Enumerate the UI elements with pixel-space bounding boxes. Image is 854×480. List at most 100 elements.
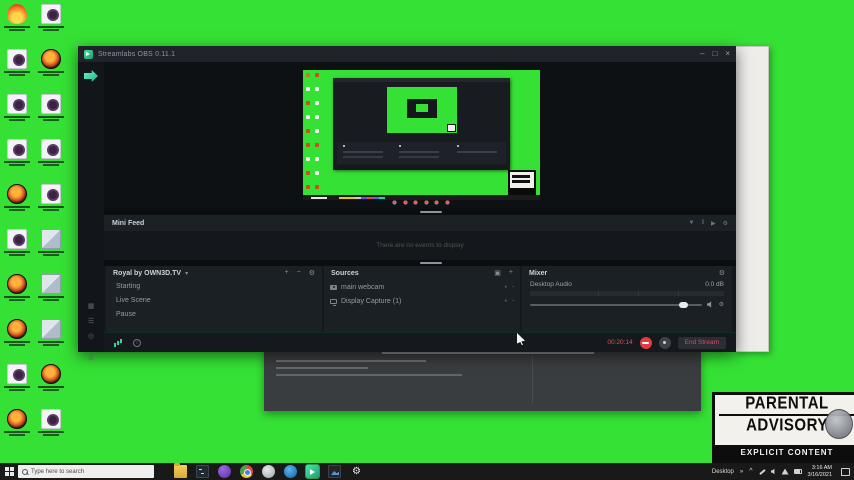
display-capture-preview[interactable] [303, 70, 540, 200]
scene-item[interactable]: Pause [106, 308, 322, 322]
source-item[interactable]: main webcam●▪ [324, 280, 520, 294]
background-window-white[interactable] [735, 46, 769, 352]
icon-label [38, 116, 64, 118]
source-label: Display Capture (1) [341, 298, 401, 305]
titlebar[interactable]: Streamlabs OBS 0.11.1 – □ × [78, 46, 736, 62]
document-icon[interactable] [2, 94, 32, 121]
selection-handle-dot[interactable] [414, 201, 417, 204]
lock-icon[interactable]: ▪ [512, 284, 514, 290]
settings-gear-icon[interactable]: ⚙ [78, 354, 104, 362]
document-icon[interactable] [2, 139, 32, 166]
flstudio-icon[interactable] [36, 49, 66, 76]
scene-settings-icon[interactable]: ⚙ [309, 269, 315, 277]
eye-icon[interactable]: ● [504, 298, 507, 304]
help-icon[interactable]: ◎ [78, 332, 104, 340]
flstudio-icon[interactable] [2, 319, 32, 346]
taskbar-clock[interactable]: 3:16 AM 3/16/2021 [808, 465, 832, 479]
selection-handle-dot[interactable] [435, 201, 438, 204]
close-button[interactable]: × [725, 46, 730, 62]
icon-label [9, 389, 25, 391]
add-source-button[interactable]: + [509, 269, 513, 277]
selection-handle-dot[interactable] [446, 201, 449, 204]
mixer-settings-icon[interactable]: ⚙ [719, 269, 725, 277]
themes-icon[interactable]: ☰ [78, 317, 104, 325]
desktop-toolbar-label[interactable]: Desktop [712, 469, 734, 475]
end-stream-button[interactable]: End Stream [678, 337, 726, 349]
toolbar-chevrons-icon[interactable]: » [740, 469, 743, 475]
stream-preview[interactable] [104, 62, 736, 209]
performance-chart-icon[interactable] [114, 339, 123, 347]
start-button[interactable] [0, 463, 18, 480]
photos-icon[interactable] [328, 465, 341, 478]
streamlabs-arrow-icon[interactable] [84, 70, 98, 82]
tray-expand-icon[interactable]: ^ [749, 468, 752, 475]
network-icon[interactable] [782, 469, 789, 475]
terminal-icon[interactable] [196, 465, 209, 478]
dashboard-icon[interactable]: ▦ [78, 302, 104, 310]
document-icon[interactable] [2, 49, 32, 76]
selection-handle-dot[interactable] [393, 201, 396, 204]
pause-icon[interactable]: ‖ [702, 220, 704, 227]
document-icon[interactable] [36, 184, 66, 211]
mini-feed-body: There are no events to display [104, 231, 736, 260]
volume-icon[interactable] [771, 469, 777, 475]
remove-scene-button[interactable]: − [297, 269, 301, 277]
mute-speaker-icon[interactable] [707, 301, 714, 308]
flstudio-icon[interactable] [2, 274, 32, 301]
steam-icon[interactable] [262, 465, 275, 478]
minimize-button[interactable]: – [700, 46, 704, 62]
info-icon[interactable]: i [133, 339, 141, 347]
selection-handle-dot[interactable] [404, 201, 407, 204]
record-button[interactable] [640, 337, 652, 349]
source-item[interactable]: Display Capture (1) ● ▪ [324, 294, 520, 308]
chrome-icon[interactable] [240, 465, 253, 478]
box-icon [41, 319, 61, 339]
box-icon[interactable] [36, 319, 66, 346]
settings-icon[interactable]: ⚙ [350, 465, 363, 478]
folder-icon[interactable]: ▣ [494, 269, 501, 277]
play-icon[interactable]: ▶ [711, 220, 716, 227]
flstudio-icon[interactable] [2, 184, 32, 211]
document-icon[interactable] [2, 364, 32, 391]
document-icon[interactable] [36, 409, 66, 436]
document-icon[interactable] [36, 94, 66, 121]
document-icon[interactable] [36, 139, 66, 166]
scene-item[interactable]: Starting [106, 280, 322, 294]
feed-settings-icon[interactable]: ⚙ [723, 220, 728, 227]
app-purple-icon[interactable] [218, 465, 231, 478]
volume-slider-handle[interactable] [679, 302, 688, 308]
drag-handle[interactable] [420, 262, 442, 264]
mirrored-icon [306, 73, 310, 77]
taskbar-search-input[interactable]: Type here to search [18, 465, 154, 478]
edge-icon[interactable] [284, 465, 297, 478]
box-icon[interactable] [36, 274, 66, 301]
battery-icon[interactable] [794, 469, 802, 474]
background-window-gray[interactable] [264, 348, 701, 411]
lock-icon[interactable]: ▪ [512, 298, 514, 304]
scene-collection-selector[interactable]: Royal by OWN3D.TV [113, 270, 181, 277]
mirrored-obs-window [333, 78, 510, 170]
flstudio-icon[interactable] [2, 409, 32, 436]
chevron-down-icon[interactable]: ▾ [185, 270, 188, 277]
scene-item[interactable]: Live Scene [106, 294, 322, 308]
pause-record-button[interactable] [659, 337, 671, 349]
add-scene-button[interactable]: + [285, 269, 289, 277]
document-icon[interactable] [2, 229, 32, 256]
selection-handle-dot[interactable] [425, 201, 428, 204]
action-center-icon[interactable] [841, 468, 850, 476]
status-bar: i 00:20:14 End Stream [104, 332, 736, 352]
eye-icon[interactable]: ● [504, 284, 507, 290]
pen-icon[interactable] [759, 468, 766, 474]
maximize-button[interactable]: □ [712, 46, 717, 62]
file-explorer-icon[interactable] [174, 465, 187, 478]
box-icon[interactable] [36, 229, 66, 256]
channel-settings-icon[interactable]: ⚙ [719, 301, 724, 308]
flstudio-icon[interactable] [36, 364, 66, 391]
filter-icon[interactable]: ▼ [689, 220, 695, 227]
volume-slider[interactable] [530, 304, 702, 306]
drag-handle[interactable] [420, 211, 442, 213]
flame-icon[interactable] [2, 4, 32, 31]
document-icon[interactable] [36, 4, 66, 31]
window-title: Streamlabs OBS 0.11.1 [98, 51, 175, 58]
streamlabs-icon[interactable] [306, 465, 319, 478]
